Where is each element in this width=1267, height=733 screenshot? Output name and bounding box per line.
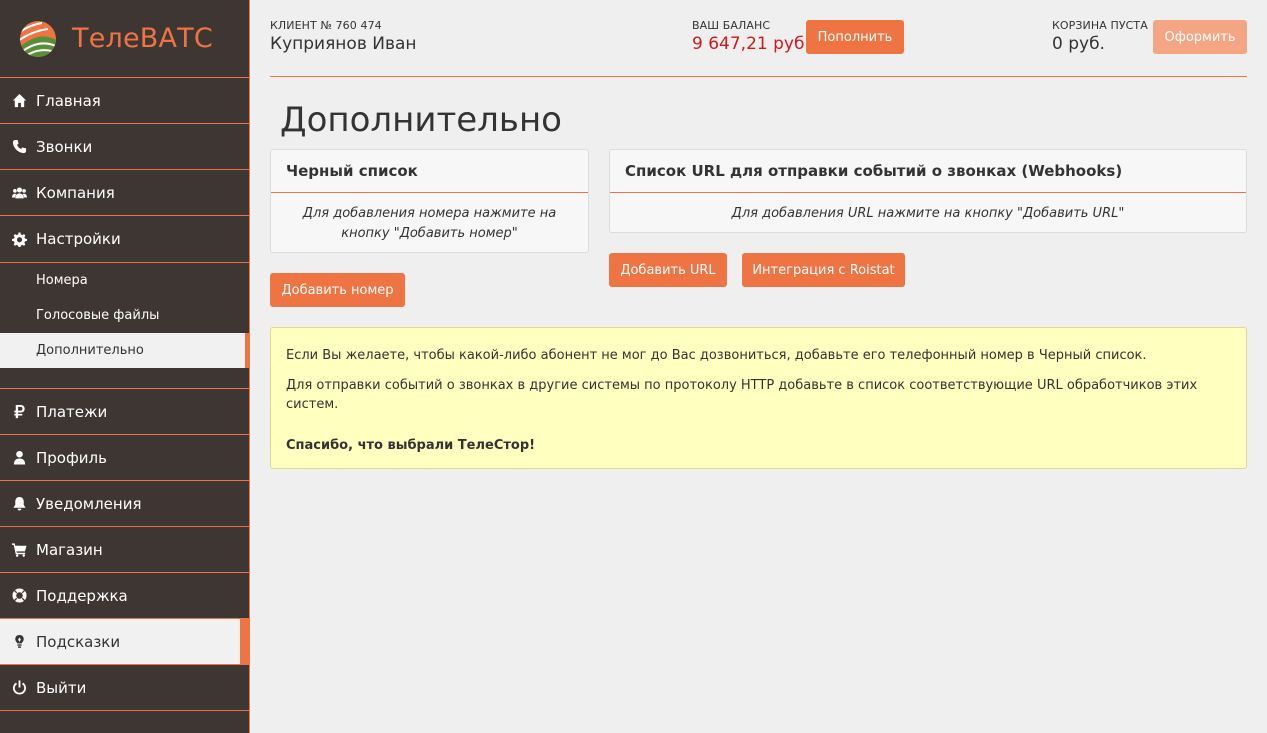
- ruble-icon: [10, 403, 28, 421]
- sidebar-item-label: Профиль: [36, 448, 107, 467]
- sidebar-item-label: Настройки: [36, 230, 121, 248]
- sidebar-item-label: Уведомления: [36, 494, 142, 513]
- client-info: КЛИЕНТ № 760 474 Куприянов Иван: [270, 19, 417, 54]
- bell-icon: [10, 495, 28, 513]
- sidebar-item-company[interactable]: Компания: [0, 170, 249, 216]
- subnav-item-voice-files[interactable]: Голосовые файлы: [0, 298, 249, 333]
- sidebar-item-label: Звонки: [36, 137, 93, 156]
- add-url-button[interactable]: Добавить URL: [609, 253, 727, 287]
- gear-icon: [10, 230, 28, 248]
- subnav-item-numbers[interactable]: Номера: [0, 263, 249, 298]
- balance-value: 9 647,21 руб.: [692, 34, 810, 54]
- logo-text: ТелеВАТС: [72, 23, 213, 54]
- client-number: КЛИЕНТ № 760 474: [270, 19, 382, 32]
- balance-label: ВАШ БАЛАНС: [692, 19, 771, 32]
- blacklist-hint: Для добавления номера нажмите на кнопку …: [302, 206, 557, 241]
- sidebar-nav-top: Главная Звонки Компания Настройки: [0, 78, 249, 262]
- notice-thanks-text: Спасибо, что выбрали ТелеСтор!: [286, 438, 536, 453]
- logo-mark-icon: [20, 20, 56, 57]
- cart-info: КОРЗИНА ПУСТА 0 руб.: [1052, 19, 1148, 54]
- notice-webhooks-text: Для отправки событий о звонках в другие …: [286, 378, 1198, 412]
- sidebar-item-support[interactable]: Поддержка: [0, 573, 249, 619]
- sidebar-item-payments[interactable]: Платежи: [0, 389, 249, 435]
- sidebar-item-label: Поддержка: [36, 586, 128, 605]
- cart-icon: [10, 541, 28, 559]
- users-icon: [10, 184, 28, 202]
- lightbulb-icon: [10, 633, 28, 651]
- logo[interactable]: ТелеВАТС: [0, 0, 249, 78]
- sidebar-item-hints[interactable]: Подсказки: [0, 619, 249, 665]
- sidebar-item-label: Главная: [36, 91, 101, 110]
- client-name: Куприянов Иван: [270, 34, 417, 54]
- sidebar-item-calls[interactable]: Звонки: [0, 124, 249, 170]
- cart-label: КОРЗИНА ПУСТА: [1052, 19, 1148, 32]
- cart-value: 0 руб.: [1052, 34, 1105, 54]
- blacklist-panel: Черный список Для добавления номера нажм…: [270, 149, 589, 253]
- subnav-item-additional[interactable]: Дополнительно: [0, 333, 249, 368]
- home-icon: [10, 92, 28, 110]
- sidebar-item-label: Выйти: [36, 678, 87, 697]
- user-icon: [10, 449, 28, 467]
- balance-info: ВАШ БАЛАНС 9 647,21 руб.: [692, 19, 810, 54]
- settings-subnav: Номера Голосовые файлы Дополнительно: [0, 263, 249, 389]
- sidebar-item-profile[interactable]: Профиль: [0, 435, 249, 481]
- page-title: Дополнительно: [280, 100, 562, 140]
- top-header: КЛИЕНТ № 760 474 Куприянов Иван ВАШ БАЛА…: [270, 0, 1247, 77]
- sidebar-item-label: Магазин: [36, 540, 103, 559]
- topup-button[interactable]: Пополнить: [806, 20, 904, 54]
- lifebuoy-icon: [10, 587, 28, 605]
- roistat-integration-button[interactable]: Интеграция с Roistat: [742, 253, 905, 287]
- webhooks-panel: Список URL для отправки событий о звонка…: [609, 149, 1247, 233]
- sidebar-nav-bottom: Платежи Профиль Уведомления Магазин Подд…: [0, 389, 249, 711]
- sidebar: ТелеВАТС Главная Звонки Компания Настрой…: [0, 0, 250, 733]
- checkout-button[interactable]: Оформить: [1153, 20, 1247, 54]
- sidebar-item-shop[interactable]: Магазин: [0, 527, 249, 573]
- power-icon: [10, 679, 28, 697]
- sidebar-item-settings[interactable]: Настройки: [0, 216, 249, 262]
- webhooks-title: Список URL для отправки событий о звонка…: [610, 150, 1246, 193]
- sidebar-item-home[interactable]: Главная: [0, 78, 249, 124]
- sidebar-item-notifications[interactable]: Уведомления: [0, 481, 249, 527]
- sidebar-item-label: Компания: [36, 183, 115, 202]
- add-number-button[interactable]: Добавить номер: [270, 273, 405, 307]
- sidebar-item-label: Платежи: [36, 402, 108, 421]
- webhooks-hint: Для добавления URL нажмите на кнопку "До…: [731, 206, 1125, 221]
- info-notice: Если Вы желаете, чтобы какой-либо абонен…: [270, 327, 1247, 469]
- notice-blacklist-text: Если Вы желаете, чтобы какой-либо абонен…: [286, 348, 1147, 363]
- blacklist-title: Черный список: [271, 150, 588, 193]
- sidebar-item-label: Подсказки: [36, 632, 121, 651]
- sidebar-item-logout[interactable]: Выйти: [0, 665, 249, 711]
- phone-icon: [10, 138, 28, 156]
